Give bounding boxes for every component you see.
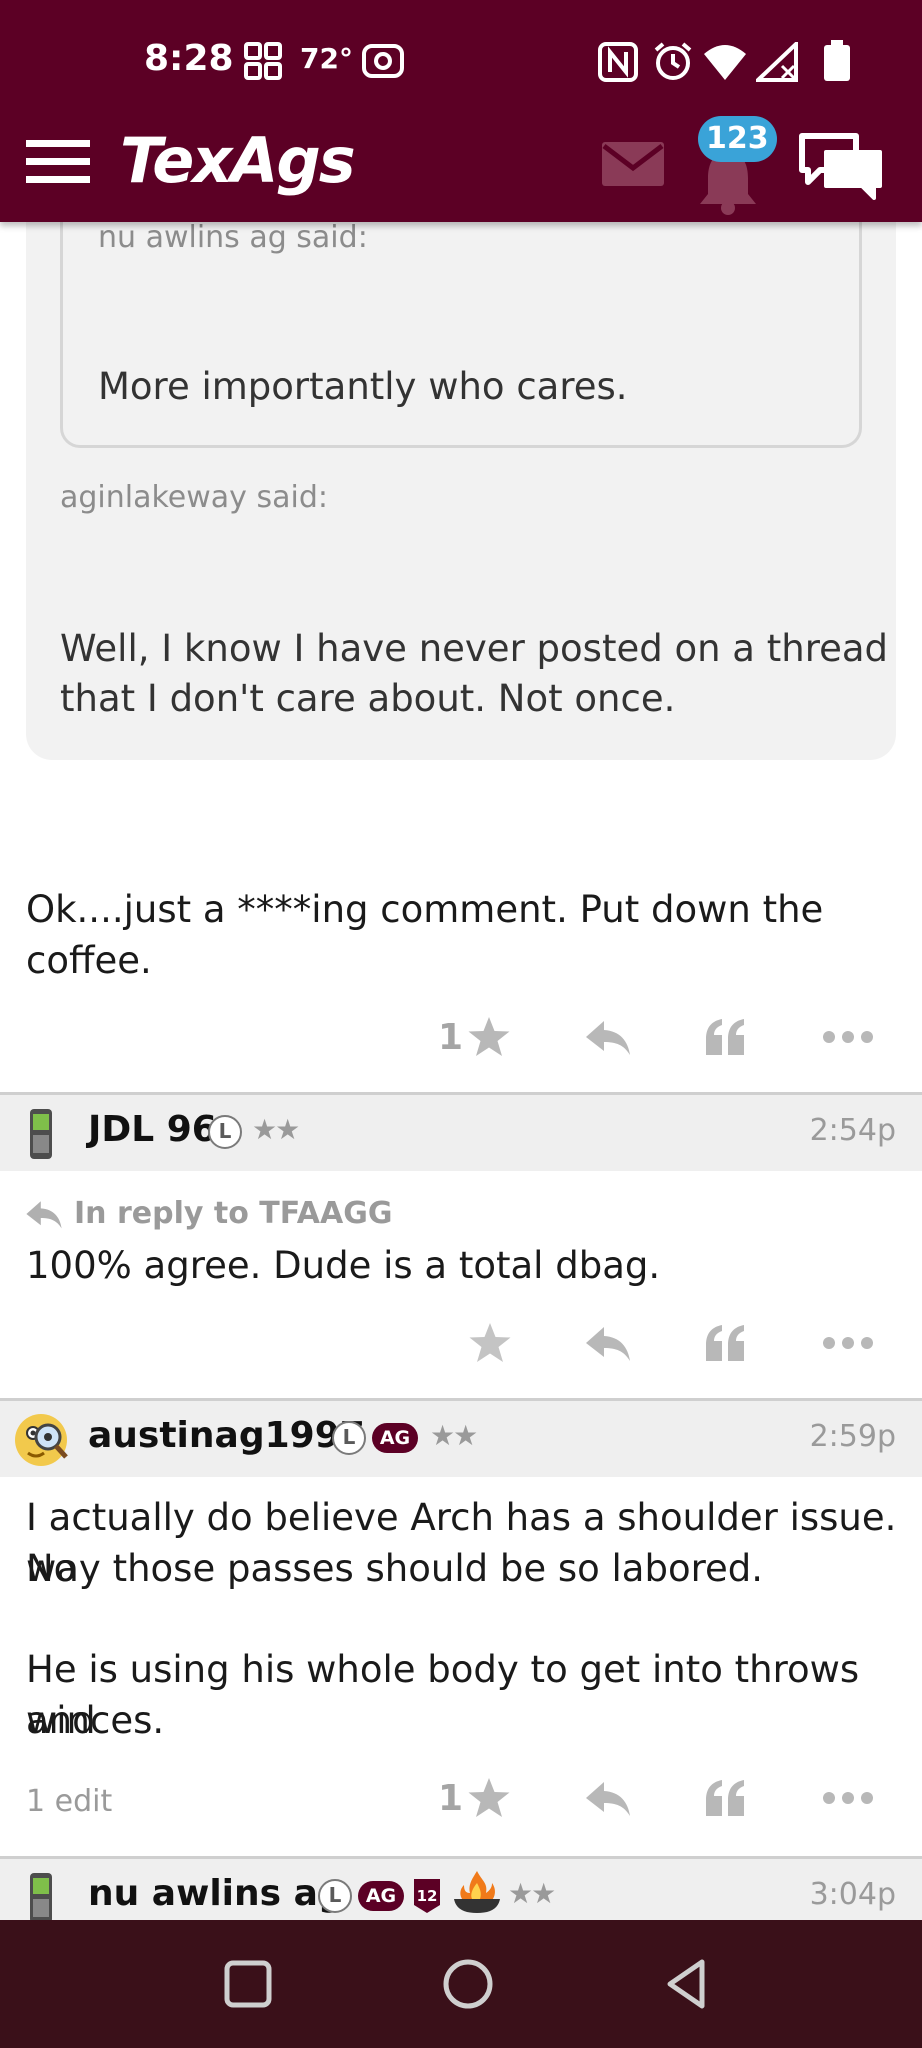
- post-body-line2: coffee.: [26, 939, 152, 982]
- mail-icon[interactable]: [600, 138, 666, 190]
- wifi-icon: [704, 45, 746, 80]
- in-reply-to-text: In reply to TFAAGG: [74, 1196, 393, 1231]
- quote-icon: [706, 1780, 744, 1816]
- more-options-button[interactable]: [822, 1768, 874, 1828]
- home-icon[interactable]: [438, 1954, 498, 2014]
- post-body-line4: winces.: [26, 1699, 165, 1742]
- texags-logo[interactable]: TexAgs: [120, 124, 356, 197]
- post-time: 2:59p: [809, 1419, 896, 1454]
- post-body-line1: 100% agree. Dude is a total dbag.: [26, 1244, 661, 1287]
- top-bar: 8:28 72° TexAgs 123: [0, 0, 922, 222]
- post-actions: [0, 1313, 922, 1373]
- more-icon: [823, 1792, 873, 1804]
- lifetime-badge: L: [332, 1421, 366, 1455]
- more-icon: [823, 1031, 873, 1043]
- magnifier-face-avatar-icon: [15, 1414, 68, 1466]
- 12th-man-badge-icon: 12: [414, 1879, 440, 1913]
- alarm-icon: [654, 42, 692, 80]
- post-body-line2: way those passes should be so labored.: [26, 1547, 764, 1590]
- signal-icon: [756, 42, 798, 82]
- nested-quote-author: nu awlins ag said:: [98, 220, 368, 255]
- back-icon[interactable]: [658, 1954, 718, 2014]
- username[interactable]: austinag1997: [88, 1415, 365, 1456]
- reply-arrow-icon: [26, 1200, 62, 1228]
- quote-button[interactable]: [704, 1768, 746, 1828]
- quote-icon: [706, 1019, 744, 1055]
- phone-avatar-icon: [30, 1109, 52, 1159]
- more-icon: [823, 1337, 873, 1349]
- post-time: 3:04p: [809, 1877, 896, 1912]
- lifetime-badge: L: [318, 1879, 352, 1913]
- status-temperature: 72°: [300, 42, 353, 75]
- nfc-icon: [598, 42, 638, 82]
- quote-button[interactable]: [704, 1007, 746, 1067]
- more-options-button[interactable]: [822, 1007, 874, 1067]
- username[interactable]: JDL 96: [88, 1109, 217, 1150]
- quote-icon: [706, 1325, 744, 1361]
- post-header: austinag1997 L AG ★★ 2:59p: [0, 1401, 922, 1477]
- fire-pit-badge-icon: [454, 1871, 500, 1913]
- post-header: nu awlins ag L AG 12 ★★ 3:04p: [0, 1859, 922, 1920]
- post-actions: 1: [0, 1768, 922, 1828]
- star-icon: [469, 1323, 511, 1362]
- star-button[interactable]: [468, 1313, 512, 1373]
- recent-apps-icon[interactable]: [218, 1954, 278, 2014]
- notification-count-badge[interactable]: 123: [698, 116, 777, 162]
- quote-button[interactable]: [704, 1313, 746, 1373]
- reply-button[interactable]: [584, 1007, 632, 1067]
- reply-button[interactable]: [584, 1313, 632, 1373]
- post-body-line1: Ok....just a ****ing comment. Put down t…: [26, 888, 824, 931]
- status-time: 8:28: [144, 38, 234, 79]
- quote-text-line1: Well, I know I have never posted on a th…: [60, 627, 889, 670]
- hotspot-icon: [362, 44, 404, 78]
- lifetime-badge: L: [208, 1115, 242, 1149]
- star-icon: [468, 1017, 510, 1056]
- star-button[interactable]: 1: [438, 1007, 511, 1067]
- phone-avatar-icon: [30, 1873, 52, 1920]
- menu-icon[interactable]: [24, 134, 92, 190]
- quote-author: aginlakeway said:: [60, 480, 328, 515]
- battery-icon: [824, 40, 850, 81]
- reply-icon: [586, 1327, 630, 1361]
- svg-text:12: 12: [417, 1887, 438, 1905]
- post-header: JDL 96 L ★★ 2:54p: [0, 1095, 922, 1171]
- post-time: 2:54p: [809, 1113, 896, 1148]
- star-button[interactable]: 1: [438, 1768, 511, 1828]
- ag-badge: AG: [358, 1881, 404, 1911]
- ag-badge: AG: [372, 1423, 418, 1453]
- app-bar: TexAgs 123: [0, 116, 922, 222]
- chat-icon[interactable]: [798, 130, 884, 206]
- widgets-icon: [244, 42, 282, 80]
- reply-button[interactable]: [584, 1768, 632, 1828]
- rank-stars: ★★: [252, 1113, 300, 1146]
- reply-icon: [586, 1021, 630, 1055]
- system-navigation-bar: [0, 1920, 922, 2048]
- in-reply-to[interactable]: In reply to TFAAGG: [24, 1196, 392, 1231]
- status-bar: 8:28 72°: [0, 0, 922, 124]
- star-count: 1: [438, 1777, 464, 1819]
- reply-icon: [586, 1782, 630, 1816]
- nested-quote-text: More importantly who cares.: [98, 365, 628, 408]
- rank-stars: ★★: [508, 1877, 556, 1910]
- username[interactable]: nu awlins ag: [88, 1873, 344, 1914]
- more-options-button[interactable]: [822, 1313, 874, 1373]
- quote-text-line2: that I don't care about. Not once.: [60, 677, 676, 720]
- star-icon: [468, 1778, 510, 1817]
- star-count: 1: [438, 1016, 464, 1058]
- post-actions: 1: [0, 1007, 922, 1067]
- rank-stars: ★★: [430, 1419, 478, 1452]
